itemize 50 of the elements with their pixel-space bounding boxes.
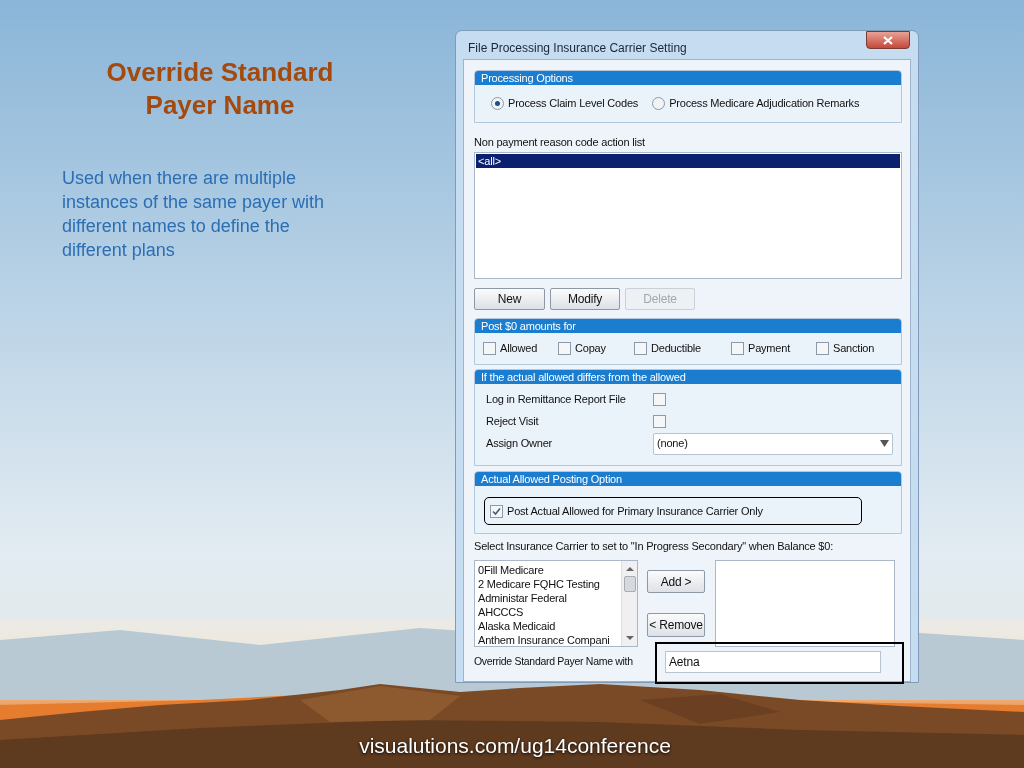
field-label: Log in Remittance Report File bbox=[486, 392, 627, 408]
radio-label[interactable]: Process Medicare Adjudication Remarks bbox=[669, 95, 860, 112]
add-button[interactable]: Add > bbox=[647, 570, 705, 593]
checkbox[interactable]: Payment bbox=[731, 340, 816, 357]
action-button[interactable]: Modify bbox=[550, 288, 620, 310]
checkbox[interactable] bbox=[653, 393, 666, 406]
list-item[interactable]: <all> bbox=[476, 154, 900, 168]
group-header: Processing Options bbox=[475, 71, 901, 85]
radio-label[interactable]: Process Claim Level Codes bbox=[508, 95, 639, 112]
input-field[interactable]: Aetna bbox=[665, 651, 881, 673]
checkbox[interactable]: Sanction bbox=[816, 340, 901, 357]
checkbox[interactable]: Deductible bbox=[634, 340, 731, 357]
scroll-thumb[interactable] bbox=[623, 576, 636, 592]
list-item[interactable]: Anthem Insurance Compani bbox=[478, 633, 621, 647]
list-item[interactable]: 2 Medicare FQHC Testing bbox=[478, 577, 621, 591]
scrollbar[interactable] bbox=[621, 561, 637, 646]
close-button[interactable] bbox=[866, 31, 910, 49]
field-label: Assign Owner bbox=[486, 436, 554, 452]
list-item[interactable]: 0Fill Medicare bbox=[478, 563, 621, 577]
checkbox[interactable]: Allowed bbox=[483, 340, 558, 357]
action-button[interactable]: New bbox=[474, 288, 545, 310]
dropdown[interactable]: (none) bbox=[653, 432, 893, 455]
field-label: Reject Visit bbox=[486, 414, 540, 430]
group-header: If the actual allowed differs from the allowed bbox=[475, 370, 901, 384]
radio-button[interactable] bbox=[491, 97, 504, 110]
group-header: Post $0 amounts for bbox=[475, 319, 901, 333]
window-title: File Processing Insurance Carrier Setting bbox=[468, 40, 687, 57]
checkbox[interactable]: Post Actual Allowed for Primary Insurance Carrier Only bbox=[490, 502, 763, 520]
checkbox[interactable]: Copay bbox=[558, 340, 634, 357]
footer-url: visualutions.com/ug14conference bbox=[358, 733, 672, 759]
list-box[interactable] bbox=[715, 560, 895, 647]
field-label: Override Standard Payer Name with bbox=[474, 654, 634, 670]
radio-button[interactable] bbox=[652, 97, 666, 110]
remove-button[interactable]: < Remove bbox=[647, 613, 705, 637]
list-box[interactable]: <all> bbox=[474, 152, 902, 279]
list-item[interactable]: Administar Federal bbox=[478, 591, 621, 605]
slide-title: Override Standard Payer Name bbox=[105, 56, 335, 122]
check-icon bbox=[492, 506, 501, 516]
group-header: Actual Allowed Posting Option bbox=[475, 472, 901, 486]
list-label: Select Insurance Carrier to set to "In Progress Secondary" when Balance $0: bbox=[474, 539, 834, 553]
slide-description: Used when there are multiple instances of the same payer with different names to define the different plans bbox=[62, 167, 326, 262]
scroll-up-icon[interactable] bbox=[625, 564, 634, 574]
list-box[interactable]: 0Fill Medicare 2 Medicare FQHC Testing Administar Federal AHCCCS Alaska Medicaid Anthem Insurance Compani bbox=[474, 560, 638, 647]
caret-icon bbox=[880, 440, 889, 447]
list-item[interactable]: AHCCCS bbox=[478, 605, 621, 619]
scroll-down-icon[interactable] bbox=[625, 633, 634, 643]
close-icon bbox=[883, 35, 893, 45]
list-label: Non payment reason code action list bbox=[474, 135, 645, 149]
checkbox[interactable] bbox=[653, 415, 666, 428]
list-item[interactable]: Alaska Medicaid bbox=[478, 619, 621, 633]
